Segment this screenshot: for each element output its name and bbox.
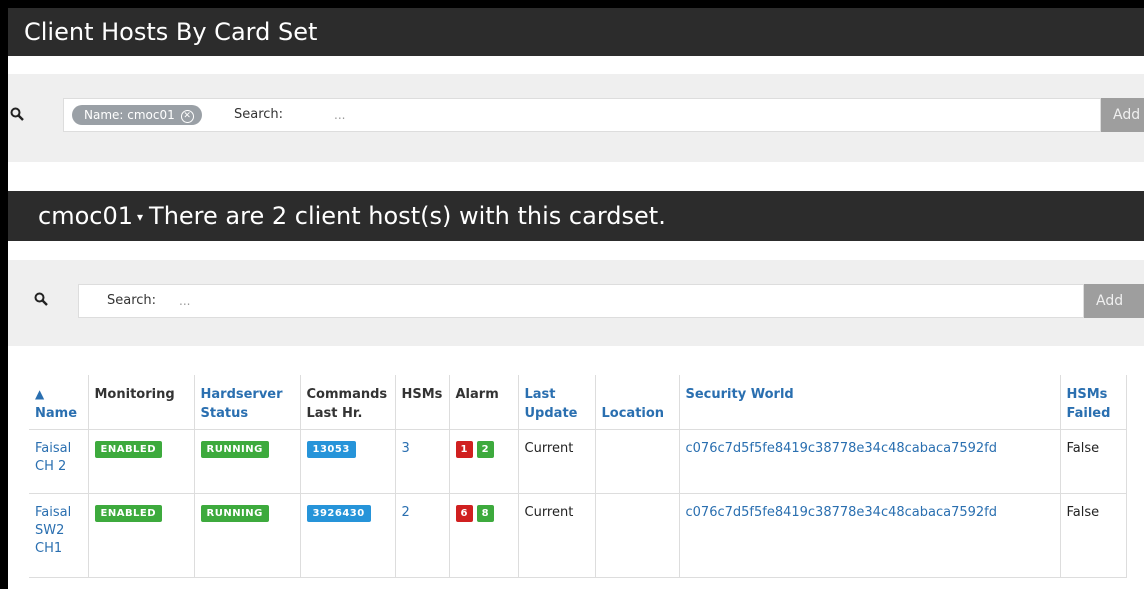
column-header-name-label: Name <box>35 406 78 421</box>
host-name-line2: SW2 <box>35 523 65 538</box>
hsms-failed-cell: False <box>1060 493 1127 578</box>
column-header-hardserver-line2: Status <box>200 406 249 421</box>
column-header-commands: Commands Last Hr. <box>300 375 396 430</box>
alarm-ok-badge[interactable]: 8 <box>476 505 494 522</box>
host-search-input[interactable]: Search: ... <box>78 284 1084 318</box>
commands-count-badge: 13053 <box>306 441 356 458</box>
monitoring-cell: ENABLED <box>88 493 195 578</box>
hardserver-cell: RUNNING <box>194 493 301 578</box>
hsms-failed-cell: False <box>1060 429 1127 494</box>
filter-chip-label: Name: cmoc01 <box>84 108 175 122</box>
cardset-host-count-message: There are 2 client host(s) with this car… <box>149 202 666 230</box>
location-cell <box>595 493 680 578</box>
column-header-commands-line2: Last Hr. <box>306 406 363 421</box>
column-header-hsms-failed[interactable]: HSMs Failed <box>1060 375 1127 430</box>
column-header-alarm: Alarm <box>449 375 519 430</box>
alarm-critical-badge[interactable]: 1 <box>455 441 473 458</box>
cardset-dropdown-caret-icon[interactable]: ▾ <box>137 210 143 224</box>
remove-filter-icon[interactable]: ✕ <box>180 110 194 123</box>
add-filter-button[interactable]: Add <box>1101 98 1144 132</box>
search-icon <box>34 292 48 306</box>
column-header-hsms-failed-line1: HSMs <box>1066 387 1108 402</box>
cardset-section-header: cmoc01 ▾ There are 2 client host(s) with t… <box>8 191 1144 241</box>
cardset-name[interactable]: cmoc01 <box>38 202 133 230</box>
column-header-name[interactable]: ▲ Name <box>29 375 89 430</box>
monitoring-status-badge: ENABLED <box>94 441 163 458</box>
hsms-count-link[interactable]: 3 <box>395 429 450 494</box>
column-header-hardserver-line1: Hardserver <box>200 387 283 402</box>
monitoring-status-badge: ENABLED <box>94 505 163 522</box>
search-label: Search: <box>107 293 157 308</box>
commands-cell: 13053 <box>300 429 396 494</box>
column-header-monitoring: Monitoring <box>88 375 195 430</box>
client-hosts-table: ▲ Name Monitoring Hardserver Status Comm… <box>29 375 1127 578</box>
security-world-link[interactable]: c076c7d5f5fe8419c38778e34c48cabaca7592fd <box>679 429 1061 494</box>
window-frame-top <box>0 0 1144 8</box>
host-search-panel: Search: ... Add <box>8 260 1144 346</box>
hsms-count-link[interactable]: 2 <box>395 493 450 578</box>
alarm-critical-badge[interactable]: 6 <box>455 505 473 522</box>
hardserver-cell: RUNNING <box>194 429 301 494</box>
hardserver-status-badge: RUNNING <box>200 441 269 458</box>
hardserver-status-badge: RUNNING <box>200 505 269 522</box>
location-cell <box>595 429 680 494</box>
host-name-link[interactable]: Faisal SW2 CH1 <box>29 493 89 578</box>
security-world-link[interactable]: c076c7d5f5fe8419c38778e34c48cabaca7592fd <box>679 493 1061 578</box>
host-name-line2: CH 2 <box>35 459 67 474</box>
commands-count-badge: 3926430 <box>306 505 371 522</box>
search-icon <box>10 107 24 121</box>
window-frame-left <box>0 0 8 589</box>
cardset-search-panel: Name: cmoc01 ✕ Search: ... Add <box>8 74 1144 162</box>
column-header-last-update-line1: Last <box>524 387 556 402</box>
column-header-hardserver-status[interactable]: Hardserver Status <box>194 375 301 430</box>
filter-chip-name[interactable]: Name: cmoc01 ✕ <box>72 105 202 125</box>
sort-ascending-icon[interactable]: ▲ <box>35 387 44 401</box>
column-header-hsms-failed-line2: Failed <box>1066 406 1111 421</box>
column-header-last-update[interactable]: Last Update <box>518 375 596 430</box>
column-header-commands-line1: Commands <box>306 387 388 402</box>
host-name-link[interactable]: Faisal CH 2 <box>29 429 89 494</box>
alarm-cell: 6 8 <box>449 493 519 578</box>
column-header-last-update-line2: Update <box>524 406 578 421</box>
table-row: Faisal SW2 CH1 ENABLED RUNNING 3926430 2… <box>29 493 1127 578</box>
cardset-search-input[interactable]: Name: cmoc01 ✕ Search: ... <box>63 98 1101 132</box>
commands-cell: 3926430 <box>300 493 396 578</box>
column-header-hsms: HSMs <box>395 375 450 430</box>
host-name-line3: CH1 <box>35 541 63 556</box>
column-header-security-world[interactable]: Security World <box>679 375 1061 430</box>
alarm-cell: 1 2 <box>449 429 519 494</box>
monitoring-cell: ENABLED <box>88 429 195 494</box>
search-placeholder: ... <box>179 294 191 308</box>
alarm-ok-badge[interactable]: 2 <box>476 441 494 458</box>
table-header-row: ▲ Name Monitoring Hardserver Status Comm… <box>29 375 1127 430</box>
host-name-line1: Faisal <box>35 441 72 456</box>
column-header-location[interactable]: Location <box>595 375 680 430</box>
host-name-line1: Faisal <box>35 505 72 520</box>
table-row: Faisal CH 2 ENABLED RUNNING 13053 3 1 2 … <box>29 429 1127 494</box>
page-title: Client Hosts By Card Set <box>8 8 1144 56</box>
last-update-cell: Current <box>518 493 596 578</box>
add-host-filter-button[interactable]: Add <box>1084 284 1144 318</box>
last-update-cell: Current <box>518 429 596 494</box>
search-label: Search: <box>234 107 284 122</box>
search-placeholder: ... <box>334 108 346 122</box>
